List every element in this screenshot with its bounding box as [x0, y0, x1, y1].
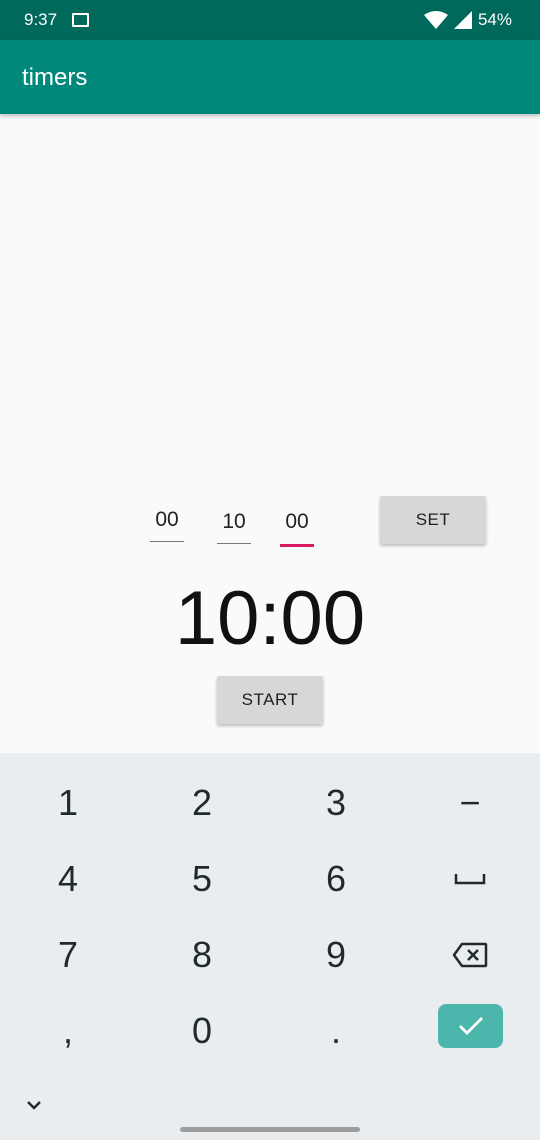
minutes-value: 10 — [222, 510, 246, 533]
space-key[interactable] — [410, 843, 530, 915]
cell-signal-icon — [453, 11, 472, 29]
minutes-input[interactable]: 10 — [217, 506, 251, 544]
status-bar: 9:37 54% — [0, 0, 540, 40]
app-bar: timers — [0, 40, 540, 114]
key-9[interactable]: 9 — [276, 919, 396, 991]
key-2[interactable]: 2 — [142, 767, 262, 839]
key-4[interactable]: 4 — [8, 843, 128, 915]
key-3[interactable]: 3 — [276, 767, 396, 839]
backspace-icon — [452, 942, 488, 968]
hours-underline — [150, 541, 184, 542]
space-bar-icon — [454, 874, 486, 885]
key-comma[interactable]: , — [8, 995, 128, 1067]
seconds-value: 00 — [285, 510, 309, 533]
key-5[interactable]: 5 — [142, 843, 262, 915]
hours-value: 00 — [155, 508, 179, 531]
set-button[interactable]: SET — [380, 496, 486, 544]
seconds-input[interactable]: 00 — [280, 506, 314, 547]
seconds-underline — [280, 544, 314, 547]
enter-key[interactable] — [438, 1004, 503, 1048]
hours-input[interactable]: 00 — [150, 504, 184, 542]
key-1[interactable]: 1 — [8, 767, 128, 839]
check-icon — [458, 1017, 483, 1035]
image-notification-icon — [72, 13, 89, 27]
numeric-keyboard: 1 2 3 − 4 5 6 7 8 9 , 0 . — [0, 753, 540, 1140]
timer-display: 10:00 — [174, 576, 366, 661]
navigation-handle[interactable] — [180, 1127, 360, 1132]
key-6[interactable]: 6 — [276, 843, 396, 915]
key-period[interactable]: . — [276, 995, 396, 1067]
hide-keyboard-button[interactable] — [26, 1097, 42, 1115]
chevron-down-icon — [27, 1101, 41, 1110]
battery-percent: 54% — [477, 10, 512, 29]
minutes-underline — [217, 543, 251, 544]
app-title: timers — [22, 64, 88, 91]
status-time: 9:37 — [24, 10, 58, 29]
backspace-key[interactable] — [410, 919, 530, 991]
key-minus[interactable]: − — [410, 767, 530, 839]
key-0[interactable]: 0 — [142, 995, 262, 1067]
key-8[interactable]: 8 — [142, 919, 262, 991]
start-button[interactable]: START — [217, 676, 323, 724]
status-icons: 54% — [423, 10, 512, 30]
wifi-icon — [423, 11, 448, 29]
key-7[interactable]: 7 — [8, 919, 128, 991]
